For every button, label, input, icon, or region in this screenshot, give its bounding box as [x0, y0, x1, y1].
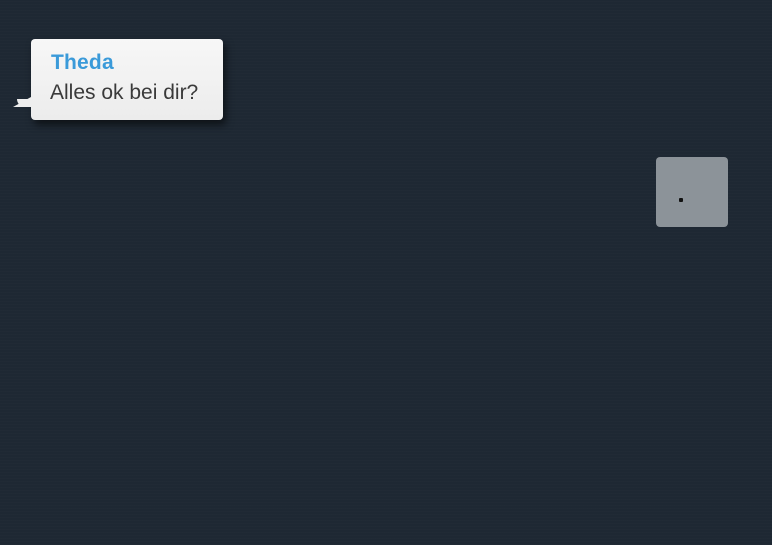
sender-name: Theda	[51, 51, 114, 74]
typing-indicator	[656, 157, 728, 227]
chat-canvas: Theda Alles ok bei dir?	[0, 0, 772, 545]
chat-message-bubble: Theda Alles ok bei dir?	[13, 39, 223, 120]
typing-dot	[679, 198, 683, 202]
message-text: Alles ok bei dir?	[50, 81, 199, 104]
